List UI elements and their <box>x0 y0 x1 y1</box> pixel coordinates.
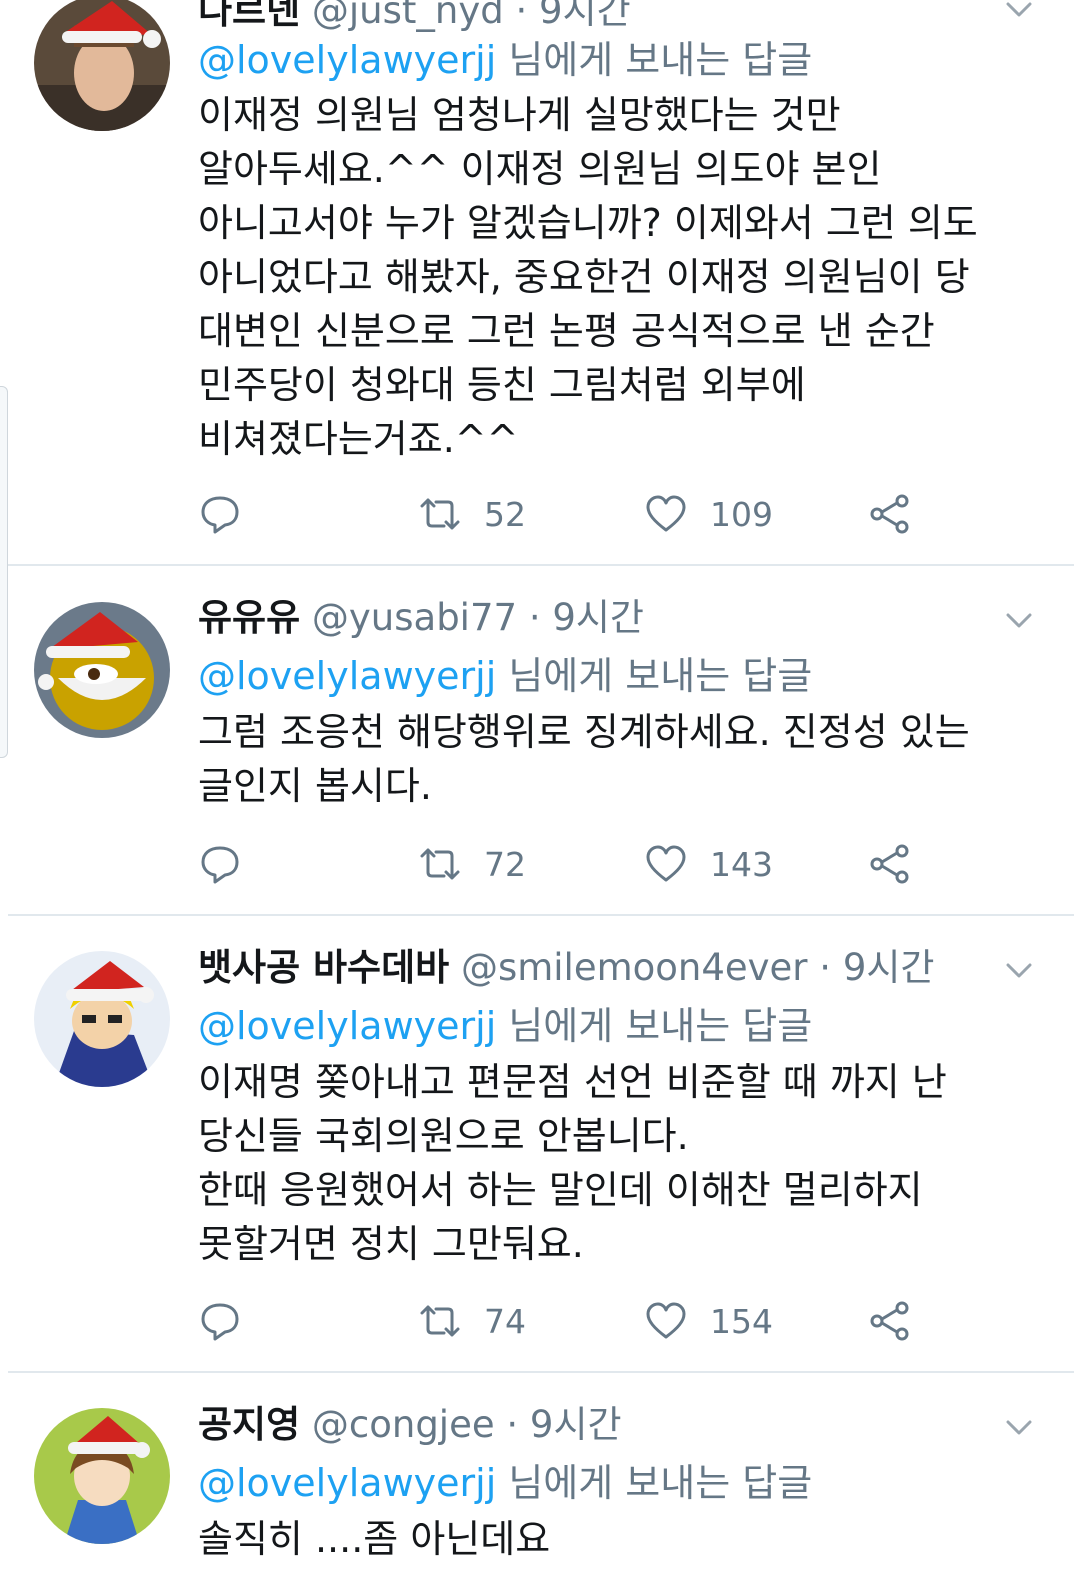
timestamp[interactable]: 9시간 <box>530 1403 622 1446</box>
tweet-actions: 74 154 <box>198 1296 938 1346</box>
tweet-text-line: 그럼 조응천 해당행위로 징계하세요. 진정성 있는 <box>198 710 970 754</box>
timestamp[interactable]: 9시간 <box>552 596 644 639</box>
reply-icon <box>201 846 239 884</box>
retweet-count: 72 <box>484 844 526 884</box>
heart-icon <box>646 495 686 532</box>
tweet-text: 그럼 조응천 해당행위로 징계하세요. 진정성 있는 글인지 봅시다. <box>198 705 1028 813</box>
share-button[interactable] <box>868 489 912 539</box>
tweet-actions: 52 109 <box>198 489 938 539</box>
like-button[interactable]: 154 <box>644 1296 773 1346</box>
username[interactable]: @smilemoon4ever <box>461 946 808 989</box>
tweet-text-line: 비쳐졌다는거죠.^^ <box>198 417 519 461</box>
display-name[interactable]: 뱃사공 바수데바 <box>198 946 449 989</box>
tweet-feed: 다르덴 @just_nyd · 9시간 @lovelylawyerjj 님에게 … <box>0 0 1080 1587</box>
tweet[interactable]: 뱃사공 바수데바 @smilemoon4ever · 9시간 @lovelyla… <box>8 915 1074 1373</box>
tweet-text-line: 민주당이 청와대 등친 그림처럼 외부에 <box>198 363 806 407</box>
retweet-button[interactable]: 72 <box>418 839 526 889</box>
separator-dot: · <box>515 0 528 32</box>
scrollbar[interactable] <box>0 386 8 758</box>
tweet-text-line: 이재정 의원님 엄청나게 실망했다는 것만 <box>198 93 841 137</box>
reply-context: @lovelylawyerjj 님에게 보내는 답글 <box>198 34 812 86</box>
tweet-header: 다르덴 @just_nyd · 9시간 <box>198 0 631 36</box>
like-count: 143 <box>710 844 773 884</box>
tweet-header: 공지영 @congjee · 9시간 <box>198 1400 622 1450</box>
avatar[interactable] <box>34 951 170 1087</box>
retweet-icon <box>420 848 460 880</box>
reply-context: @lovelylawyerjj 님에게 보내는 답글 <box>198 1457 812 1509</box>
avatar[interactable] <box>34 602 170 738</box>
reply-icon <box>201 1303 239 1341</box>
share-button[interactable] <box>868 839 912 889</box>
like-button[interactable]: 109 <box>644 489 773 539</box>
chevron-down-icon[interactable] <box>1002 953 1036 987</box>
tweet-actions: 72 143 <box>198 839 938 889</box>
tweet-text-line: 알아두세요.^^ 이재정 의원님 의도야 본인 <box>198 147 882 191</box>
tweet-header: 유유유 @yusabi77 · 9시간 <box>198 593 644 643</box>
share-button[interactable] <box>868 1296 912 1346</box>
tweet[interactable]: 공지영 @congjee · 9시간 @lovelylawyerjj 님에게 보… <box>8 1372 1074 1587</box>
reply-icon <box>201 496 239 534</box>
reply-button[interactable] <box>198 489 242 539</box>
tweet[interactable]: 유유유 @yusabi77 · 9시간 @lovelylawyerjj 님에게 … <box>8 565 1074 916</box>
separator-dot: · <box>819 946 832 989</box>
like-button[interactable]: 143 <box>644 839 773 889</box>
chevron-down-icon[interactable] <box>1002 1410 1036 1444</box>
tweet-text-line: 못할거면 정치 그만둬요. <box>198 1222 584 1266</box>
display-name[interactable]: 공지영 <box>198 1403 300 1446</box>
timestamp[interactable]: 9시간 <box>539 0 631 32</box>
username[interactable]: @just_nyd <box>312 0 504 32</box>
mention-link[interactable]: @lovelylawyerjj <box>198 1004 496 1048</box>
reply-button[interactable] <box>198 1296 242 1346</box>
mention-link[interactable]: @lovelylawyerjj <box>198 38 496 82</box>
username[interactable]: @congjee <box>312 1403 495 1446</box>
mention-link[interactable]: @lovelylawyerjj <box>198 654 496 698</box>
display-name[interactable]: 유유유 <box>198 596 300 639</box>
tweet-text-line: 아니었다고 해봤자, 중요한건 이재정 의원님이 당 <box>198 255 970 299</box>
tweet-text-line: 이재명 쫒아내고 편문점 선언 비준할 때 까지 난 <box>198 1060 947 1104</box>
reply-context: @lovelylawyerjj 님에게 보내는 답글 <box>198 1000 812 1052</box>
retweet-count: 74 <box>484 1301 526 1341</box>
tweet-text-line: 아니고서야 누가 알겠습니까? 이제와서 그런 의도 <box>198 201 978 245</box>
retweet-count: 52 <box>484 494 526 534</box>
share-icon <box>870 494 909 534</box>
avatar[interactable] <box>34 0 170 131</box>
tweet-text-line: 솔직히 ....좀 아닌데요 <box>198 1517 551 1561</box>
like-count: 154 <box>710 1301 773 1341</box>
heart-icon <box>646 845 686 882</box>
tweet-text: 이재명 쫒아내고 편문점 선언 비준할 때 까지 난 당신들 국회의원으로 안봅… <box>198 1055 1028 1271</box>
chevron-down-icon[interactable] <box>1002 603 1036 637</box>
retweet-button[interactable]: 52 <box>418 489 526 539</box>
tweet-text-line: 한때 응원했어서 하는 말인데 이해찬 멀리하지 <box>198 1168 923 1212</box>
display-name[interactable]: 다르덴 <box>198 0 300 32</box>
retweet-icon <box>420 1305 460 1337</box>
retweet-button[interactable]: 74 <box>418 1296 526 1346</box>
share-icon <box>870 844 909 884</box>
separator-dot: · <box>528 596 541 639</box>
tweet-text-line: 당신들 국회의원으로 안봅니다. <box>198 1114 689 1158</box>
reply-button[interactable] <box>198 839 242 889</box>
heart-icon <box>646 1302 686 1339</box>
tweet-text: 솔직히 ....좀 아닌데요 <box>198 1512 1028 1566</box>
reply-label: 님에게 보내는 답글 <box>508 38 813 82</box>
reply-label: 님에게 보내는 답글 <box>508 1461 813 1505</box>
avatar[interactable] <box>34 1408 170 1544</box>
mention-link[interactable]: @lovelylawyerjj <box>198 1461 496 1505</box>
username[interactable]: @yusabi77 <box>312 596 517 639</box>
separator-dot: · <box>506 1403 519 1446</box>
tweet-text-line: 글인지 봅시다. <box>198 764 432 808</box>
like-count: 109 <box>710 494 773 534</box>
tweet-header: 뱃사공 바수데바 @smilemoon4ever · 9시간 <box>198 943 934 993</box>
reply-label: 님에게 보내는 답글 <box>508 1004 813 1048</box>
tweet-text-line: 대변인 신분으로 그런 논평 공식적으로 낸 순간 <box>198 309 935 353</box>
timestamp[interactable]: 9시간 <box>843 946 935 989</box>
retweet-icon <box>420 498 460 530</box>
share-icon <box>870 1301 909 1341</box>
reply-label: 님에게 보내는 답글 <box>508 654 813 698</box>
tweet[interactable]: 다르덴 @just_nyd · 9시간 @lovelylawyerjj 님에게 … <box>8 0 1074 566</box>
chevron-down-icon[interactable] <box>1002 0 1036 26</box>
tweet-text: 이재정 의원님 엄청나게 실망했다는 것만 알아두세요.^^ 이재정 의원님 의… <box>198 88 1028 466</box>
reply-context: @lovelylawyerjj 님에게 보내는 답글 <box>198 650 812 702</box>
